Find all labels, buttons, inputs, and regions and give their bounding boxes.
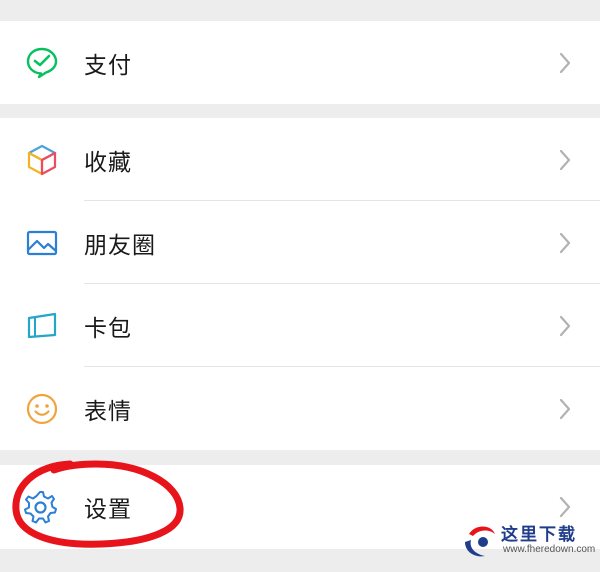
chevron-right-icon [558,232,572,254]
menu-item-moments[interactable]: 朋友圈 [0,201,600,284]
menu-item-label: 朋友圈 [84,232,156,259]
cube-icon [24,142,60,178]
pay-group: 支付 [0,21,600,104]
chevron-right-icon [558,398,572,420]
watermark-url: www.fheredown.com [503,544,596,555]
chevron-right-icon [558,52,572,74]
services-group: 收藏 朋友圈 卡包 表情 [0,118,600,450]
watermark: 这里下载 www.fheredown.com [459,518,596,566]
menu-item-cards[interactable]: 卡包 [0,284,600,367]
chevron-right-icon [558,315,572,337]
chevron-right-icon [558,149,572,171]
chevron-right-icon [558,496,572,518]
menu-item-pay[interactable]: 支付 [0,21,600,104]
menu-item-favorites[interactable]: 收藏 [0,118,600,201]
menu-item-label: 卡包 [84,315,132,342]
card-icon [24,308,60,344]
watermark-text: 这里下载 [501,525,577,545]
menu-item-stickers[interactable]: 表情 [0,367,600,450]
smiley-icon [24,391,60,427]
wechat-pay-icon [24,45,60,81]
picture-icon [24,225,60,261]
menu-item-label: 支付 [84,52,132,79]
menu-item-label: 收藏 [84,149,132,176]
highlight-circle-annotation [12,460,184,548]
menu-item-label: 表情 [84,398,132,425]
watermark-logo [459,520,499,560]
